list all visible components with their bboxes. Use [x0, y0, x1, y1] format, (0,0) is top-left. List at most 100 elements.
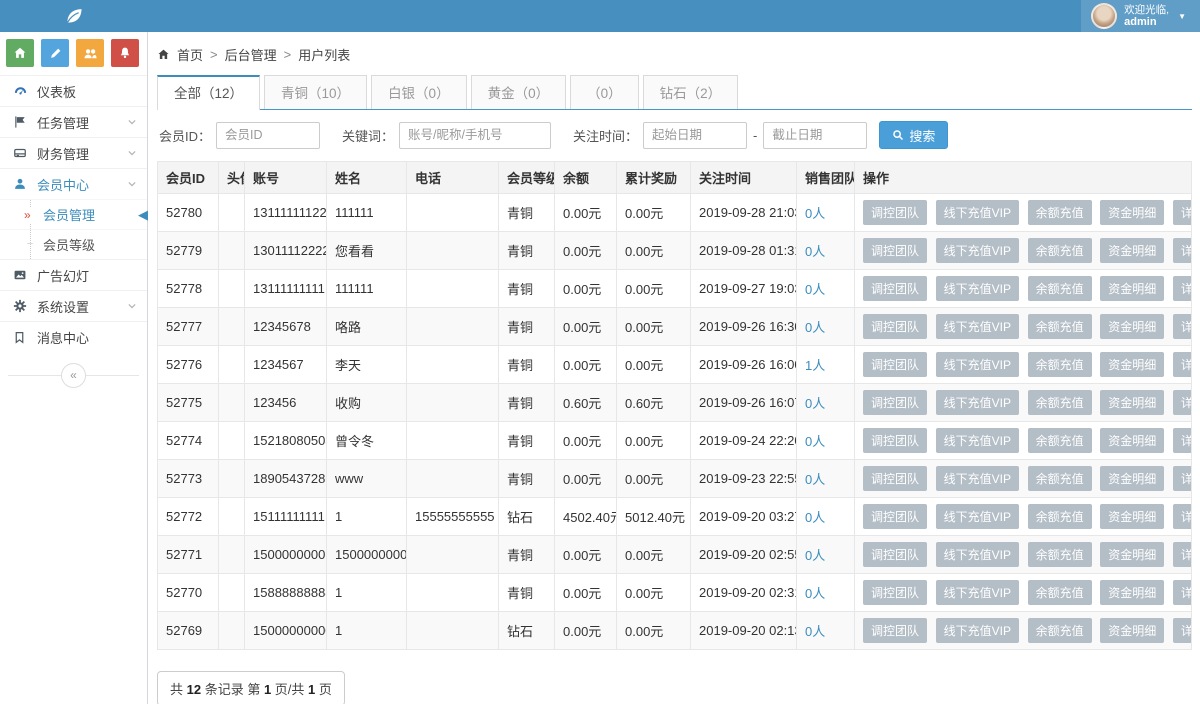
sidebar-item-dashboard[interactable]: 仪表板 [0, 75, 147, 106]
adjust-team-button[interactable]: 调控团队 [863, 618, 927, 643]
start-date-input[interactable] [643, 122, 747, 149]
balance-recharge-button[interactable]: 余额充值 [1028, 504, 1092, 529]
detail-info-button[interactable]: 详细信息 [1173, 542, 1192, 567]
balance-recharge-button[interactable]: 余额充值 [1028, 542, 1092, 567]
fund-details-button[interactable]: 资金明细 [1100, 466, 1164, 491]
balance-recharge-button[interactable]: 余额充值 [1028, 276, 1092, 301]
fund-details-button[interactable]: 资金明细 [1100, 542, 1164, 567]
fund-details-button[interactable]: 资金明细 [1100, 390, 1164, 415]
balance-recharge-button[interactable]: 余额充值 [1028, 428, 1092, 453]
offline-recharge-vip-button[interactable]: 线下充值VIP [936, 314, 1019, 339]
sidebar-item-settings[interactable]: 系统设置 [0, 290, 147, 321]
quick-users-button[interactable] [76, 39, 104, 67]
offline-recharge-vip-button[interactable]: 线下充值VIP [936, 390, 1019, 415]
sales-team-link[interactable]: 0人 [805, 624, 825, 639]
breadcrumb-home[interactable]: 首页 [177, 45, 203, 64]
offline-recharge-vip-button[interactable]: 线下充值VIP [936, 200, 1019, 225]
sidebar-subitem-member-level[interactable]: ┄ 会员等级 [0, 229, 147, 259]
search-button[interactable]: 搜索 [879, 121, 948, 149]
keyword-input[interactable] [399, 122, 551, 149]
adjust-team-button[interactable]: 调控团队 [863, 466, 927, 491]
sales-team-link[interactable]: 0人 [805, 206, 825, 221]
detail-info-button[interactable]: 详细信息 [1173, 276, 1192, 301]
detail-info-button[interactable]: 详细信息 [1173, 466, 1192, 491]
sales-team-link[interactable]: 0人 [805, 586, 825, 601]
offline-recharge-vip-button[interactable]: 线下充值VIP [936, 276, 1019, 301]
adjust-team-button[interactable]: 调控团队 [863, 390, 927, 415]
balance-recharge-button[interactable]: 余额充值 [1028, 618, 1092, 643]
tab-gold[interactable]: 黄金（0） [471, 75, 567, 109]
sales-team-link[interactable]: 0人 [805, 472, 825, 487]
offline-recharge-vip-button[interactable]: 线下充值VIP [936, 428, 1019, 453]
fund-details-button[interactable]: 资金明细 [1100, 580, 1164, 605]
fund-details-button[interactable]: 资金明细 [1100, 504, 1164, 529]
balance-recharge-button[interactable]: 余额充值 [1028, 314, 1092, 339]
sales-team-link[interactable]: 0人 [805, 396, 825, 411]
offline-recharge-vip-button[interactable]: 线下充值VIP [936, 580, 1019, 605]
fund-details-button[interactable]: 资金明细 [1100, 200, 1164, 225]
sidebar-item-finance[interactable]: 财务管理 [0, 137, 147, 168]
fund-details-button[interactable]: 资金明细 [1100, 314, 1164, 339]
sidebar-item-tasks[interactable]: 任务管理 [0, 106, 147, 137]
balance-recharge-button[interactable]: 余额充值 [1028, 238, 1092, 263]
detail-info-button[interactable]: 详细信息 [1173, 314, 1192, 339]
breadcrumb-backend[interactable]: 后台管理 [225, 45, 277, 64]
offline-recharge-vip-button[interactable]: 线下充值VIP [936, 466, 1019, 491]
tab-silver[interactable]: 白银（0） [371, 75, 467, 109]
offline-recharge-vip-button[interactable]: 线下充值VIP [936, 504, 1019, 529]
sales-team-link[interactable]: 0人 [805, 282, 825, 297]
end-date-input[interactable] [763, 122, 867, 149]
adjust-team-button[interactable]: 调控团队 [863, 352, 927, 377]
adjust-team-button[interactable]: 调控团队 [863, 580, 927, 605]
detail-info-button[interactable]: 详细信息 [1173, 390, 1192, 415]
user-menu[interactable]: 欢迎光临, admin ▼ [1081, 0, 1200, 32]
sales-team-link[interactable]: 0人 [805, 244, 825, 259]
sidebar-collapse-button[interactable]: « [61, 363, 86, 388]
fund-details-button[interactable]: 资金明细 [1100, 352, 1164, 377]
balance-recharge-button[interactable]: 余额充值 [1028, 466, 1092, 491]
adjust-team-button[interactable]: 调控团队 [863, 238, 927, 263]
adjust-team-button[interactable]: 调控团队 [863, 542, 927, 567]
quick-edit-button[interactable] [41, 39, 69, 67]
sales-team-link[interactable]: 0人 [805, 510, 825, 525]
adjust-team-button[interactable]: 调控团队 [863, 504, 927, 529]
offline-recharge-vip-button[interactable]: 线下充值VIP [936, 618, 1019, 643]
adjust-team-button[interactable]: 调控团队 [863, 314, 927, 339]
adjust-team-button[interactable]: 调控团队 [863, 428, 927, 453]
offline-recharge-vip-button[interactable]: 线下充值VIP [936, 352, 1019, 377]
fund-details-button[interactable]: 资金明细 [1100, 428, 1164, 453]
sales-team-link[interactable]: 0人 [805, 320, 825, 335]
detail-info-button[interactable]: 详细信息 [1173, 618, 1192, 643]
quick-notifications-button[interactable] [111, 39, 139, 67]
detail-info-button[interactable]: 详细信息 [1173, 504, 1192, 529]
detail-info-button[interactable]: 详细信息 [1173, 428, 1192, 453]
balance-recharge-button[interactable]: 余额充值 [1028, 200, 1092, 225]
member-id-input[interactable] [216, 122, 320, 149]
sales-team-link[interactable]: 0人 [805, 548, 825, 563]
tab-diamond[interactable]: 钻石（2） [643, 75, 739, 109]
adjust-team-button[interactable]: 调控团队 [863, 200, 927, 225]
tab-bronze[interactable]: 青铜（10） [264, 75, 367, 109]
sidebar-item-message-center[interactable]: 消息中心 [0, 321, 147, 352]
quick-home-button[interactable] [6, 39, 34, 67]
balance-recharge-button[interactable]: 余额充值 [1028, 580, 1092, 605]
fund-details-button[interactable]: 资金明细 [1100, 618, 1164, 643]
balance-recharge-button[interactable]: 余额充值 [1028, 352, 1092, 377]
sidebar-item-member-center[interactable]: 会员中心 [0, 168, 147, 199]
offline-recharge-vip-button[interactable]: 线下充值VIP [936, 542, 1019, 567]
balance-recharge-button[interactable]: 余额充值 [1028, 390, 1092, 415]
tab-unnamed[interactable]: （0） [570, 75, 639, 109]
sidebar-item-ad-slides[interactable]: 广告幻灯 [0, 259, 147, 290]
tab-all[interactable]: 全部（12） [157, 75, 260, 110]
detail-info-button[interactable]: 详细信息 [1173, 238, 1192, 263]
adjust-team-button[interactable]: 调控团队 [863, 276, 927, 301]
fund-details-button[interactable]: 资金明细 [1100, 276, 1164, 301]
sidebar-subitem-member-management[interactable]: » 会员管理 ◀ [0, 199, 147, 229]
fund-details-button[interactable]: 资金明细 [1100, 238, 1164, 263]
app-logo[interactable] [0, 5, 148, 27]
detail-info-button[interactable]: 详细信息 [1173, 580, 1192, 605]
sales-team-link[interactable]: 1人 [805, 358, 825, 373]
offline-recharge-vip-button[interactable]: 线下充值VIP [936, 238, 1019, 263]
detail-info-button[interactable]: 详细信息 [1173, 352, 1192, 377]
sales-team-link[interactable]: 0人 [805, 434, 825, 449]
